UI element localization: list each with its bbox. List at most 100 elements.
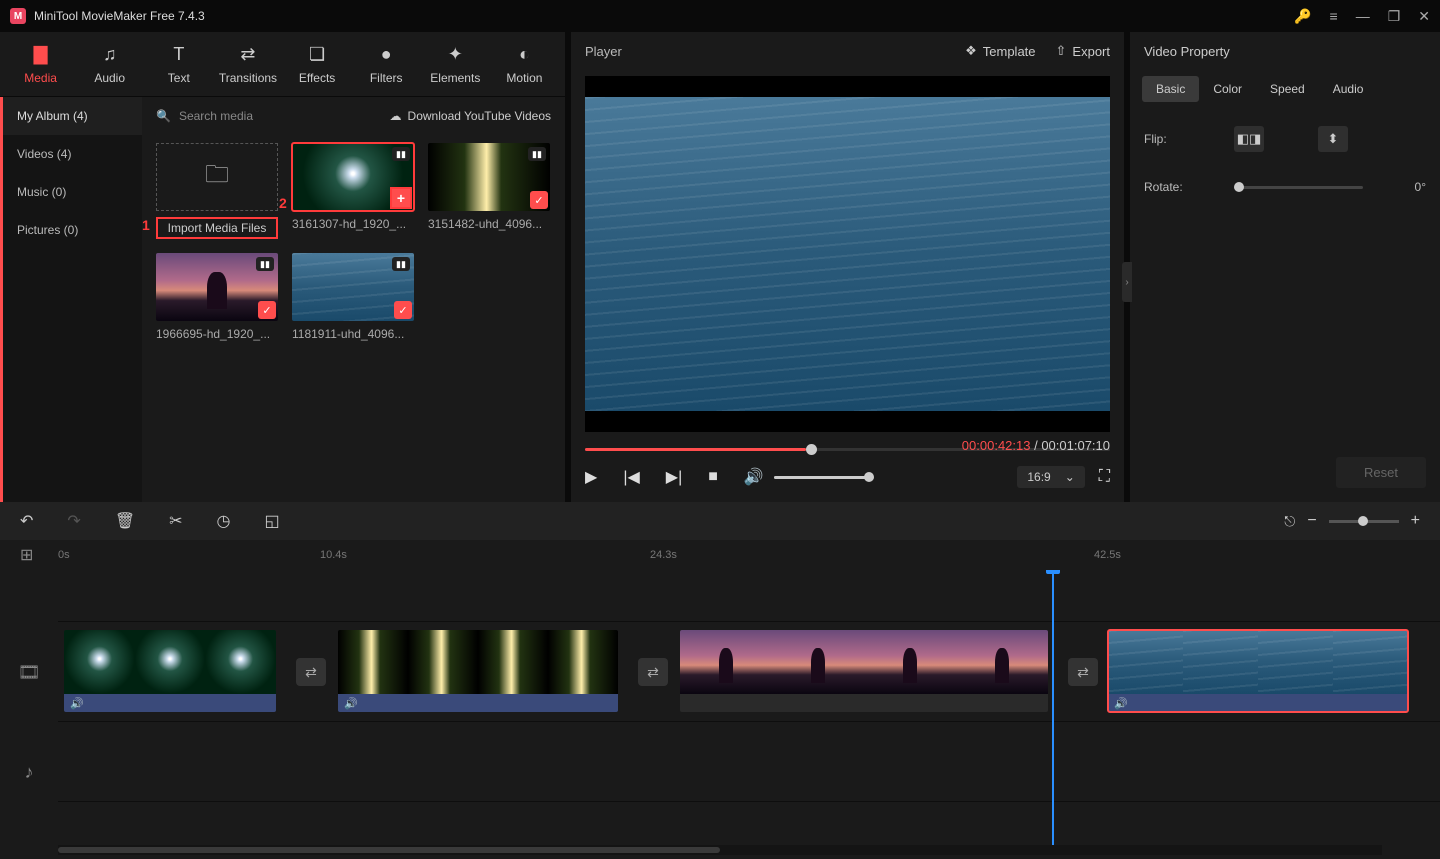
minimize-icon[interactable]: —	[1356, 8, 1370, 24]
prop-tab-color[interactable]: Color	[1199, 76, 1256, 102]
added-check-icon: ✓	[530, 191, 548, 209]
rotate-slider[interactable]	[1234, 186, 1363, 189]
property-panel: › Video Property Basic Color Speed Audio…	[1130, 32, 1440, 502]
add-marker-button[interactable]: ⊞	[20, 545, 33, 565]
rotate-value: 0°	[1415, 180, 1426, 194]
album-sidebar: My Album (4) Videos (4) Music (0) Pictur…	[0, 97, 142, 502]
media-name-3: 1966695-hd_1920_...	[156, 327, 278, 341]
split-button[interactable]: ✂	[169, 511, 182, 531]
sidebar-item-myalbum[interactable]: My Album (4)	[3, 97, 142, 135]
transition-icon: ⇄	[240, 44, 255, 65]
tab-audio-label: Audio	[94, 71, 125, 85]
media-thumb-2[interactable]: ▮▮ ✓	[428, 143, 550, 211]
zoom-out-button[interactable]: −	[1307, 512, 1316, 530]
video-badge-icon: ▮▮	[528, 147, 546, 161]
search-icon: 🔍	[156, 109, 171, 123]
time-current: 00:00:42:13	[962, 438, 1031, 453]
video-track-icon: 🎞	[0, 622, 58, 722]
timeline-clip-2[interactable]: 🔊	[338, 630, 618, 712]
transition-slot-2[interactable]: ⇄	[638, 658, 668, 686]
reset-button[interactable]: Reset	[1336, 457, 1426, 488]
close-icon[interactable]: ✕	[1418, 8, 1430, 25]
flip-vertical-button[interactable]: ⬍	[1318, 126, 1348, 152]
export-button[interactable]: ⇧ Export	[1056, 43, 1110, 59]
fullscreen-button[interactable]: ⛶	[1099, 468, 1110, 486]
import-media-label[interactable]: Import Media Files	[156, 217, 278, 239]
zoom-slider[interactable]	[1329, 520, 1399, 523]
tab-audio[interactable]: ♫ Audio	[75, 32, 144, 97]
audio-track[interactable]	[58, 722, 1440, 802]
app-title: MiniTool MovieMaker Free 7.4.3	[34, 9, 205, 23]
text-icon: T	[173, 44, 184, 65]
timeline-panel: ↶ ↷ 🗑 ✂ ◷ ◱ ⎋ − + ⊞ 0s 10.4s 24.3s 42.5s…	[0, 502, 1440, 859]
prev-frame-button[interactable]: |◀	[623, 467, 639, 487]
flip-horizontal-button[interactable]: ◧◨	[1234, 126, 1264, 152]
tab-motion-label: Motion	[506, 71, 542, 85]
tab-transitions[interactable]: ⇄ Transitions	[213, 32, 282, 97]
timeline-clip-3[interactable]	[680, 630, 1048, 712]
maximize-icon[interactable]: ❐	[1388, 8, 1401, 25]
timeline-clip-4[interactable]: 🔊	[1108, 630, 1408, 712]
search-input[interactable]: 🔍 Search media	[156, 109, 253, 123]
ruler-tick-0: 0s	[58, 549, 70, 561]
export-icon: ⇧	[1056, 43, 1067, 59]
tab-elements[interactable]: ✦ Elements	[421, 32, 490, 97]
download-label: Download YouTube Videos	[408, 109, 551, 123]
next-frame-button[interactable]: ▶|	[666, 467, 682, 487]
app-icon: M	[10, 8, 26, 24]
tab-filters[interactable]: ● Filters	[352, 32, 421, 97]
tab-motion[interactable]: ◐ Motion	[490, 32, 559, 97]
collapse-panel-button[interactable]: ›	[1122, 262, 1132, 302]
stop-button[interactable]: ■	[708, 468, 718, 486]
aspect-ratio-select[interactable]: 16:9 ⌄	[1017, 466, 1084, 488]
video-preview[interactable]	[585, 76, 1110, 432]
play-button[interactable]: ▶	[585, 467, 597, 487]
timeline-clip-1[interactable]: 🔊	[64, 630, 276, 712]
flip-label: Flip:	[1144, 132, 1194, 146]
speed-button[interactable]: ◷	[217, 511, 231, 531]
timeline-ruler[interactable]: ⊞ 0s 10.4s 24.3s 42.5s	[0, 540, 1440, 570]
redo-button[interactable]: ↷	[67, 511, 80, 531]
delete-button[interactable]: 🗑	[115, 511, 135, 531]
sidebar-item-music[interactable]: Music (0)	[3, 173, 142, 211]
media-thumb-3[interactable]: ▮▮ ✓	[156, 253, 278, 321]
music-note-icon: ♫	[103, 44, 117, 65]
template-button[interactable]: ❖ Template	[965, 43, 1035, 59]
crop-button[interactable]: ◱	[265, 511, 280, 531]
zoom-in-button[interactable]: +	[1411, 512, 1420, 530]
undo-button[interactable]: ↶	[20, 511, 33, 531]
volume-icon[interactable]: 🔊	[744, 467, 764, 487]
video-track[interactable]: 🔊 ⇄ 🔊 ⇄ ⇄ 🔊	[58, 622, 1440, 722]
annotation-2: 2	[279, 195, 287, 211]
prop-tab-audio[interactable]: Audio	[1319, 76, 1378, 102]
rotate-label: Rotate:	[1144, 180, 1194, 194]
snap-button[interactable]: ⎋	[1284, 513, 1295, 530]
volume-slider[interactable]	[774, 476, 874, 479]
media-thumb-4[interactable]: ▮▮ ✓	[292, 253, 414, 321]
transition-slot-3[interactable]: ⇄	[1068, 658, 1098, 686]
playhead[interactable]	[1052, 570, 1054, 845]
tab-media[interactable]: ▇ Media	[6, 32, 75, 97]
download-youtube-link[interactable]: ☁ Download YouTube Videos	[390, 109, 551, 123]
tab-text[interactable]: T Text	[144, 32, 213, 97]
tab-transitions-label: Transitions	[219, 71, 277, 85]
import-media-box[interactable]: 🗀	[156, 143, 278, 211]
sidebar-item-videos[interactable]: Videos (4)	[3, 135, 142, 173]
timeline-scrollbar[interactable]	[58, 845, 1382, 855]
media-thumb-1[interactable]: ▮▮ +	[292, 143, 414, 211]
seek-bar[interactable]: 00:00:42:13 / 00:01:07:10	[585, 444, 1110, 454]
title-bar: M MiniTool MovieMaker Free 7.4.3 🔑 ≡ — ❐…	[0, 0, 1440, 32]
layers-icon: ❖	[965, 43, 977, 59]
upgrade-key-icon[interactable]: 🔑	[1294, 8, 1311, 25]
transition-slot-1[interactable]: ⇄	[296, 658, 326, 686]
tab-filters-label: Filters	[370, 71, 403, 85]
prop-tab-speed[interactable]: Speed	[1256, 76, 1319, 102]
prop-tab-basic[interactable]: Basic	[1142, 76, 1199, 102]
ruler-tick-2: 24.3s	[650, 549, 677, 561]
tab-effects[interactable]: ❏ Effects	[283, 32, 352, 97]
add-to-timeline-button[interactable]: +	[390, 187, 412, 209]
title-track[interactable]	[58, 570, 1440, 622]
menu-icon[interactable]: ≡	[1330, 8, 1338, 24]
sidebar-item-pictures[interactable]: Pictures (0)	[3, 211, 142, 249]
video-badge-icon: ▮▮	[392, 257, 410, 271]
